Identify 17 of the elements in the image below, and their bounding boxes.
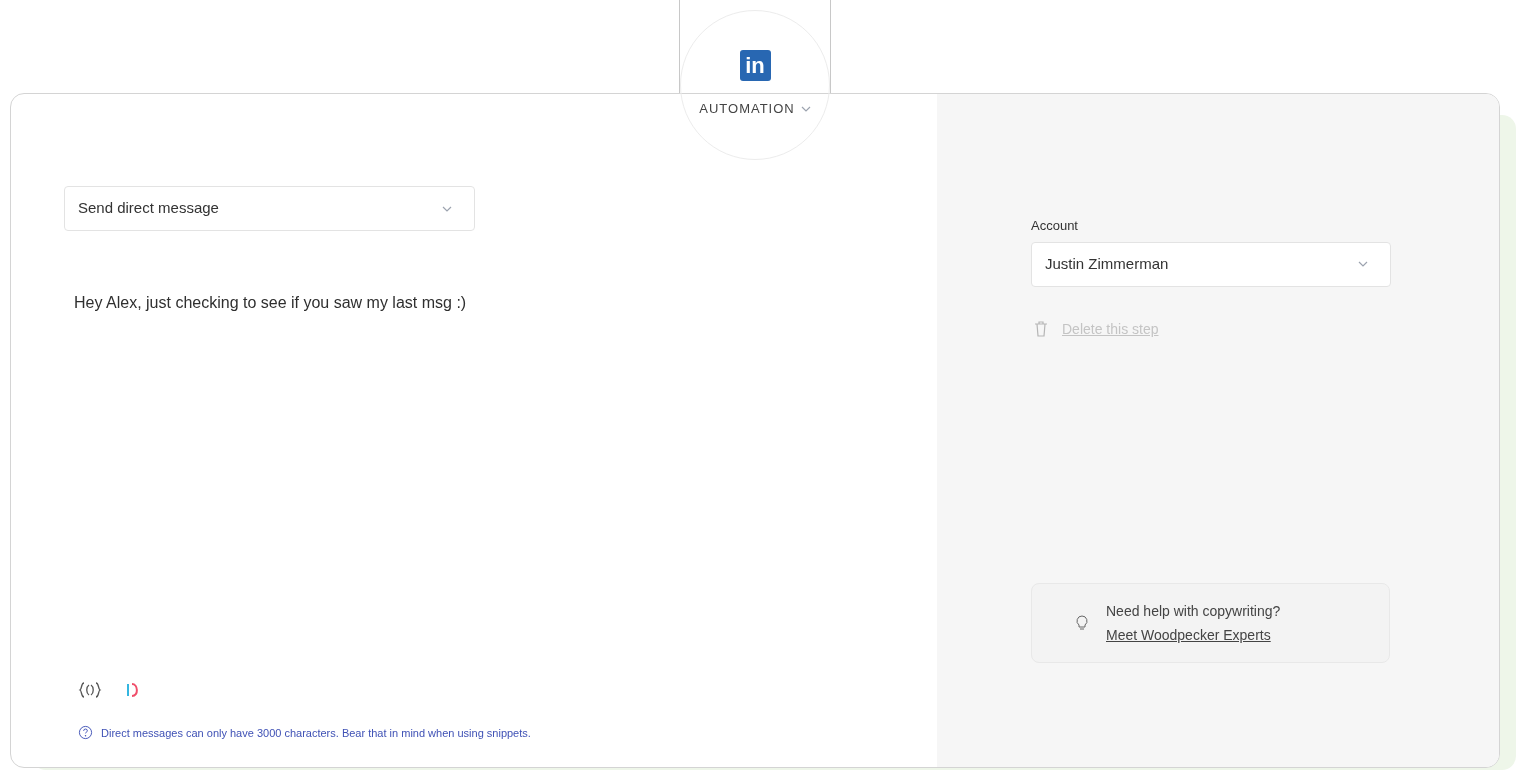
lightbulb-icon: [1076, 615, 1088, 631]
help-icon: [78, 725, 93, 741]
chevron-down-icon: [800, 105, 811, 112]
chevron-down-icon: [442, 205, 452, 212]
channel-dropdown[interactable]: AUTOMATION: [699, 99, 811, 119]
experts-link[interactable]: Meet Woodpecker Experts: [1106, 624, 1281, 646]
logo-icon[interactable]: [126, 681, 140, 698]
braces-icon[interactable]: [78, 680, 102, 699]
account-select[interactable]: Justin Zimmerman: [1031, 241, 1391, 287]
message-field[interactable]: Hey Alex, just checking to see if you saw my last msg :): [74, 291, 937, 315]
chevron-down-icon: [1358, 261, 1368, 267]
linkedin-logo: in: [739, 50, 771, 81]
step-select[interactable]: Send direct message: [64, 186, 475, 231]
trash-icon: [1034, 321, 1048, 337]
help-question: Need help with copywriting?: [1106, 601, 1281, 621]
hint-text: Direct messages can only have 3000 characters. Bear that in mind when using snippets.: [101, 725, 531, 741]
account-label: Account: [1031, 217, 1079, 235]
